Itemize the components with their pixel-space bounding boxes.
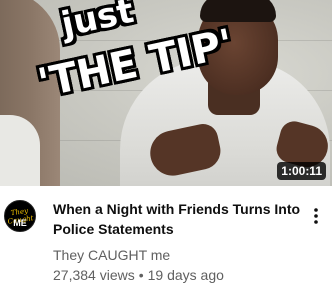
video-meta: When a Night with Friends Turns Into Pol… [53, 199, 303, 285]
avatar-logo-text-line2: ME [13, 218, 27, 228]
subject-hair [200, 0, 276, 22]
video-title-line2: Police Statements [53, 221, 174, 237]
video-title-line1: When a Night with Friends Turns Into [53, 201, 301, 217]
video-title-link[interactable]: When a Night with Friends Turns Into Pol… [53, 199, 303, 239]
duration-badge: 1:00:11 [277, 162, 326, 180]
video-card: just 'THE TIP' 1:00:11 They Caught ME Wh… [0, 0, 332, 304]
stats-separator: • [138, 267, 144, 283]
video-thumbnail[interactable]: just 'THE TIP' 1:00:11 [0, 0, 332, 186]
thumbnail-overlay-text-line1: just [58, 0, 138, 46]
channel-name[interactable]: They CAUGHT me [53, 245, 303, 265]
video-stats: 27,384 views • 19 days ago [53, 265, 303, 285]
more-vert-icon [314, 208, 318, 224]
view-count: 27,384 views [53, 267, 135, 283]
channel-avatar[interactable]: They Caught ME [4, 200, 36, 232]
upload-age: 19 days ago [147, 267, 224, 283]
more-options-button[interactable] [306, 204, 326, 228]
